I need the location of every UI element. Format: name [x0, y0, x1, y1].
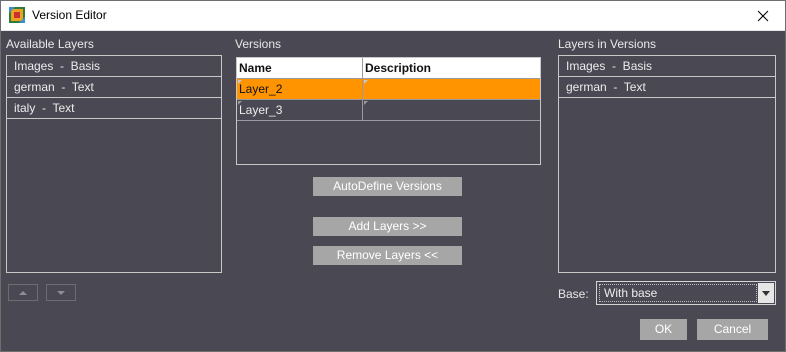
- arrow-down-icon: [57, 290, 65, 295]
- chevron-down-icon: [762, 290, 770, 296]
- table-header: Name Description: [237, 58, 540, 79]
- list-item[interactable]: Images - Basis: [559, 56, 775, 77]
- cancel-button[interactable]: Cancel: [697, 319, 768, 340]
- list-item[interactable]: italy - Text: [7, 98, 221, 119]
- autodefine-versions-button[interactable]: AutoDefine Versions: [313, 177, 462, 196]
- arrow-up-icon: [19, 290, 27, 295]
- base-select-value: With base: [604, 286, 658, 300]
- window-title: Version Editor: [32, 8, 107, 22]
- add-layers-button[interactable]: Add Layers >>: [313, 217, 462, 236]
- list-item[interactable]: german - Text: [559, 77, 775, 98]
- version-description-cell[interactable]: [363, 79, 540, 99]
- dropdown-button[interactable]: [758, 283, 774, 303]
- layers-in-versions-heading: Layers in Versions: [558, 37, 657, 51]
- move-up-button[interactable]: [8, 284, 38, 301]
- close-button[interactable]: [740, 0, 786, 31]
- available-layers-heading: Available Layers: [6, 37, 94, 51]
- table-row[interactable]: Layer_3: [237, 100, 540, 121]
- table-row[interactable]: Layer_2: [237, 79, 540, 100]
- versions-heading: Versions: [235, 37, 282, 51]
- column-header-name[interactable]: Name: [237, 58, 363, 78]
- list-item[interactable]: german - Text: [7, 77, 221, 98]
- version-name: Layer_3: [239, 103, 283, 117]
- remove-layers-button[interactable]: Remove Layers <<: [313, 246, 462, 265]
- cell-marker-icon: [238, 101, 242, 105]
- column-header-description[interactable]: Description: [363, 58, 540, 78]
- app-icon: [9, 7, 25, 23]
- version-name-cell[interactable]: Layer_3: [237, 100, 363, 120]
- base-select[interactable]: With base: [596, 281, 776, 305]
- move-down-button[interactable]: [46, 284, 76, 301]
- base-label: Base:: [558, 287, 589, 301]
- available-layers-list[interactable]: Images - Basis german - Text italy - Tex…: [6, 55, 222, 273]
- title-bar: Version Editor: [0, 0, 786, 31]
- version-description-cell[interactable]: [363, 100, 540, 120]
- close-icon: [757, 10, 769, 21]
- list-item[interactable]: Images - Basis: [7, 56, 221, 77]
- version-name-cell[interactable]: Layer_2: [237, 79, 363, 99]
- versions-table[interactable]: Name Description Layer_2 Layer_3: [236, 57, 541, 165]
- layers-in-versions-list[interactable]: Images - Basis german - Text: [558, 55, 776, 273]
- ok-button[interactable]: OK: [640, 319, 687, 340]
- cell-marker-icon: [238, 80, 242, 84]
- cell-marker-icon: [364, 80, 368, 84]
- cell-marker-icon: [364, 101, 368, 105]
- version-name: Layer_2: [239, 82, 283, 96]
